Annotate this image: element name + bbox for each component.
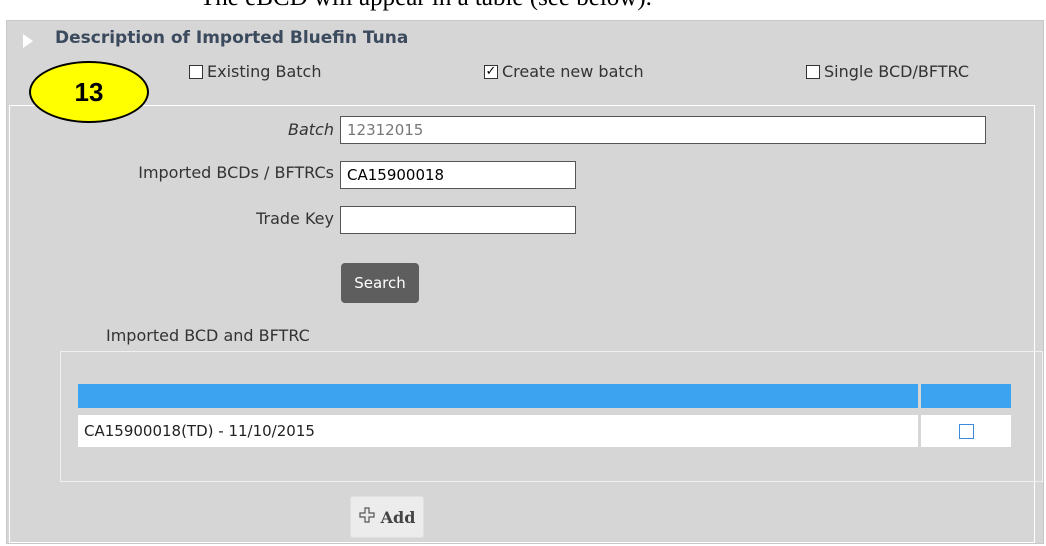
panel-title: Description of Imported Bluefin Tuna [55,28,409,48]
add-label: Add [380,507,416,527]
imported-bcds-label: Imported BCDs / BFTRCs [138,163,334,182]
row-select-checkbox[interactable] [958,423,974,439]
table-header-main [78,384,918,408]
imported-section-title: Imported BCD and BFTRC [106,326,310,345]
table-cell-select [921,415,1011,447]
create-new-batch-checkbox[interactable]: ✓ [484,64,498,79]
add-button[interactable]: Add [350,496,424,538]
trade-key-label: Trade Key [256,209,334,228]
bullet-dot: • [160,0,200,12]
search-button[interactable]: Search [341,263,419,303]
option-create-new-batch[interactable]: ✓ Create new batch [484,62,644,81]
trade-key-field[interactable] [340,206,576,234]
plus-icon [358,507,375,527]
table-header-select [921,384,1011,408]
callout-number: 13 [74,76,104,107]
panel-header[interactable]: Description of Imported Bluefin Tuna [7,21,1043,61]
table-cell-bcd: CA15900018(TD) - 11/10/2015 [78,415,918,447]
option-single-bcd[interactable]: Single BCD/BFTRC [806,62,969,81]
batch-field[interactable]: 12312015 [340,116,986,144]
table-row: CA15900018(TD) - 11/10/2015 [78,415,1011,447]
option-label: Existing Batch [207,62,322,81]
option-existing-batch[interactable]: Existing Batch [189,62,321,81]
existing-batch-checkbox[interactable] [189,64,203,79]
table-header [78,384,1011,408]
expand-triangle-icon[interactable] [23,34,33,48]
imported-bcds-field[interactable]: CA15900018 [340,161,576,189]
single-bcd-checkbox[interactable] [806,64,820,79]
batch-label: Batch [288,120,334,139]
option-label: Single BCD/BFTRC [824,62,970,81]
step-callout: 13 [29,61,149,123]
option-label: Create new batch [502,62,644,81]
document-bullet-line: •The eBCD will appear in a table (see be… [160,0,652,12]
document-text: The eBCD will appear in a table (see bel… [200,0,652,11]
